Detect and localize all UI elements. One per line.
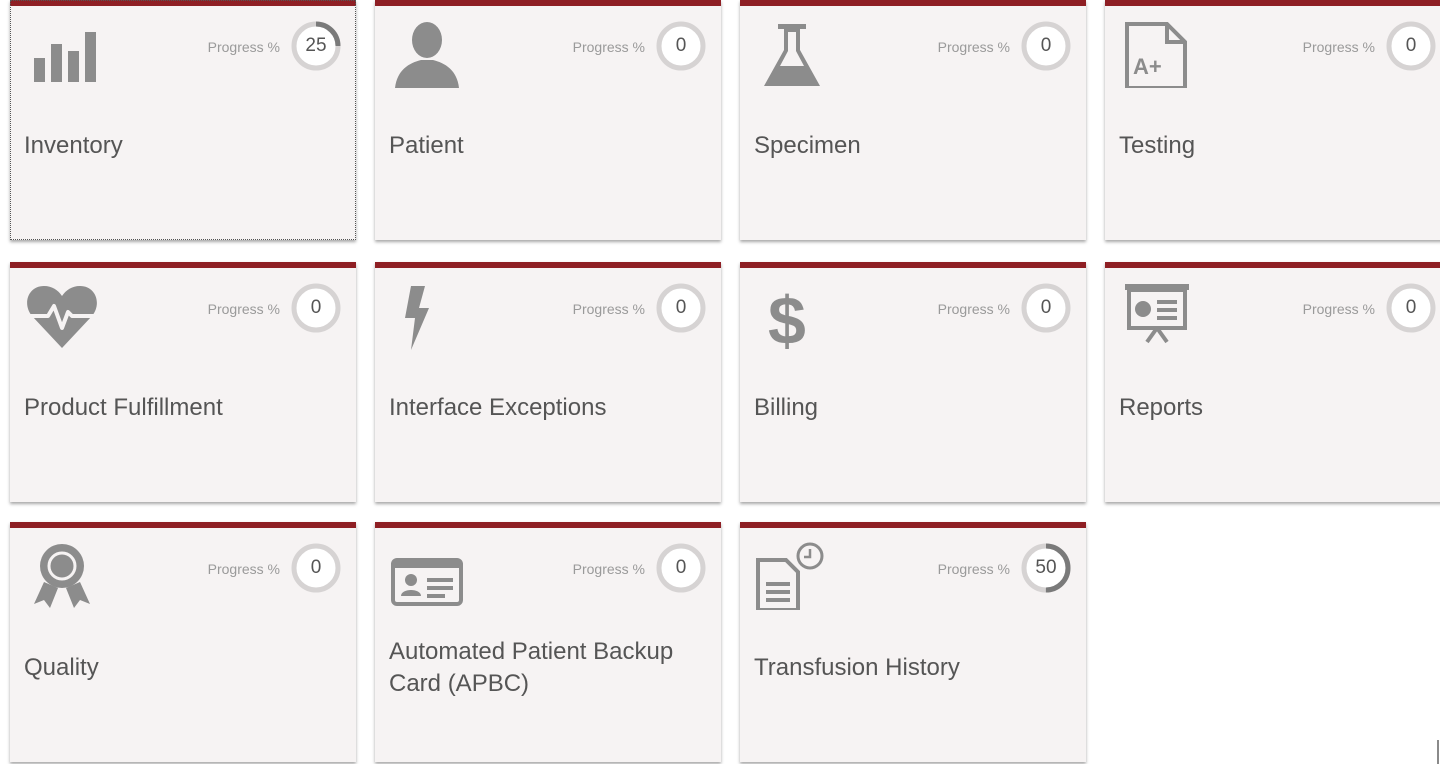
progress-value: 0	[675, 35, 687, 56]
document-clock-icon	[754, 540, 830, 610]
id-card-icon	[389, 540, 465, 610]
tile-title: Billing	[754, 394, 819, 421]
tile-title: Testing	[1119, 132, 1196, 159]
progress-label: Progress %	[1302, 301, 1375, 317]
progress-label: Progress %	[572, 561, 645, 577]
module-grid: Progress % 25 Inventory Progress % 0 Pat…	[0, 0, 1440, 764]
progress-label: Progress %	[937, 561, 1010, 577]
progress-value: 50	[1035, 557, 1057, 578]
tile-transfusion-history[interactable]: Progress % 50 Transfusion History	[740, 522, 1086, 762]
progress-value: 0	[675, 297, 687, 318]
progress-value: 0	[1405, 35, 1417, 56]
svg-text:$: $	[768, 283, 806, 350]
tile-title: Reports	[1119, 394, 1204, 421]
progress-ring: 0	[290, 282, 342, 334]
progress-label: Progress %	[937, 301, 1010, 317]
tile-patient[interactable]: Progress % 0 Patient	[375, 0, 721, 240]
progress-ring: 0	[1385, 20, 1437, 72]
tile-apbc[interactable]: Progress % 0 Automated Patient Backup Ca…	[375, 522, 721, 762]
progress-ring: 25	[290, 20, 342, 72]
progress-value: 0	[675, 557, 687, 578]
award-ribbon-icon	[24, 540, 100, 610]
progress-label: Progress %	[572, 39, 645, 55]
progress-value: 0	[310, 557, 322, 578]
progress-value: 0	[1040, 35, 1052, 56]
svg-text:A+: A+	[1133, 54, 1162, 79]
tile-title: Specimen	[754, 132, 861, 159]
person-icon	[389, 18, 465, 88]
presentation-board-icon	[1119, 280, 1195, 350]
progress-value: 0	[310, 297, 322, 318]
tile-reports[interactable]: Progress % 0 Reports	[1105, 262, 1440, 502]
tile-testing[interactable]: A+ Progress % 0 Testing	[1105, 0, 1440, 240]
bar-chart-icon	[24, 18, 100, 88]
dollar-icon: $	[754, 280, 830, 350]
tile-product-fulfillment[interactable]: Progress % 0 Product Fulfillment	[10, 262, 356, 502]
progress-ring: 50	[1020, 542, 1072, 594]
tile-billing[interactable]: $ Progress % 0 Billing	[740, 262, 1086, 502]
tile-interface-exceptions[interactable]: Progress % 0 Interface Exceptions	[375, 262, 721, 502]
grade-document-icon: A+	[1119, 18, 1195, 88]
scrollbar-edge[interactable]	[1437, 740, 1439, 764]
tile-specimen[interactable]: Progress % 0 Specimen	[740, 0, 1086, 240]
tile-title: Quality	[24, 654, 99, 681]
lightning-icon	[389, 280, 465, 350]
progress-ring: 0	[1020, 282, 1072, 334]
progress-ring: 0	[655, 542, 707, 594]
progress-value: 0	[1040, 297, 1052, 318]
progress-label: Progress %	[937, 39, 1010, 55]
progress-value: 0	[1405, 297, 1417, 318]
progress-label: Progress %	[572, 301, 645, 317]
progress-label: Progress %	[207, 301, 280, 317]
progress-value: 25	[305, 35, 327, 56]
progress-ring: 0	[655, 20, 707, 72]
progress-ring: 0	[290, 542, 342, 594]
progress-ring: 0	[655, 282, 707, 334]
tile-inventory[interactable]: Progress % 25 Inventory	[10, 0, 356, 240]
tile-title: Patient	[389, 132, 464, 159]
progress-label: Progress %	[207, 561, 280, 577]
tile-title: Automated Patient Backup Card (APBC)	[389, 638, 674, 697]
tile-title: Inventory	[24, 132, 123, 159]
progress-label: Progress %	[207, 39, 280, 55]
heart-pulse-icon	[24, 280, 100, 350]
tile-title: Interface Exceptions	[389, 394, 607, 421]
progress-label: Progress %	[1302, 39, 1375, 55]
progress-ring: 0	[1385, 282, 1437, 334]
tile-title: Transfusion History	[754, 654, 960, 681]
tile-title: Product Fulfillment	[24, 394, 223, 421]
flask-icon	[754, 18, 830, 88]
tile-quality[interactable]: Progress % 0 Quality	[10, 522, 356, 762]
progress-ring: 0	[1020, 20, 1072, 72]
